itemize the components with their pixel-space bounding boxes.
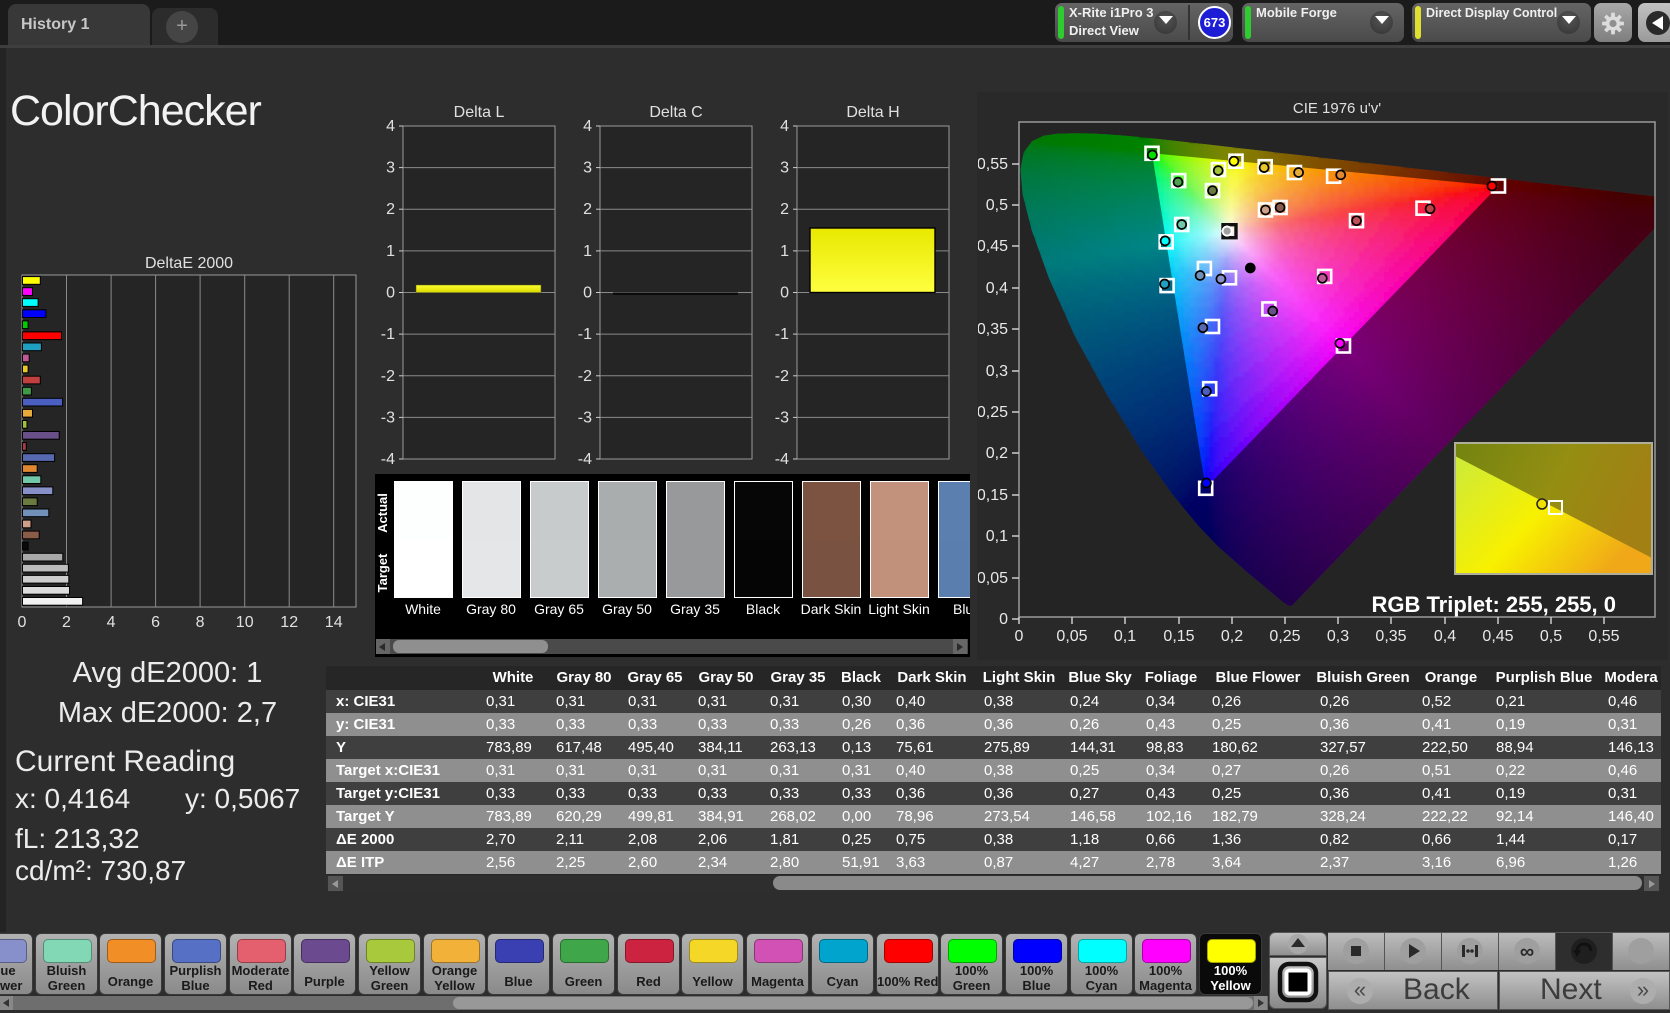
svg-text:4: 4 [107, 614, 116, 631]
svg-text:6: 6 [151, 614, 160, 631]
svg-text:0: 0 [780, 285, 789, 302]
svg-text:0,2: 0,2 [986, 445, 1008, 462]
svg-text:2: 2 [386, 201, 395, 218]
svg-text:0,35: 0,35 [978, 321, 1008, 338]
svg-text:DeltaE 2000: DeltaE 2000 [145, 255, 233, 272]
svg-text:0,55: 0,55 [1588, 628, 1619, 645]
svg-text:-1: -1 [775, 326, 789, 343]
svg-text:-2: -2 [775, 368, 789, 385]
svg-text:0: 0 [386, 285, 395, 302]
svg-text:-3: -3 [381, 409, 395, 426]
svg-text:0,5: 0,5 [1540, 628, 1562, 645]
svg-text:0,2: 0,2 [1221, 628, 1243, 645]
svg-text:0,1: 0,1 [986, 528, 1008, 545]
svg-text:2: 2 [62, 614, 71, 631]
svg-text:-2: -2 [578, 368, 592, 385]
svg-text:0,3: 0,3 [1327, 628, 1349, 645]
svg-text:0: 0 [999, 611, 1008, 628]
svg-text:CIE 1976 u'v': CIE 1976 u'v' [1293, 100, 1381, 117]
svg-text:2: 2 [583, 201, 592, 218]
svg-text:0,35: 0,35 [1375, 628, 1406, 645]
svg-text:0: 0 [18, 614, 27, 631]
svg-text:-1: -1 [578, 326, 592, 343]
svg-text:0: 0 [583, 285, 592, 302]
svg-text:0,45: 0,45 [1482, 628, 1513, 645]
svg-text:0,05: 0,05 [978, 570, 1008, 587]
svg-text:0,45: 0,45 [978, 238, 1008, 255]
svg-text:1: 1 [583, 243, 592, 260]
svg-text:Delta C: Delta C [649, 105, 702, 121]
svg-text:-4: -4 [578, 451, 592, 468]
svg-text:0,25: 0,25 [978, 404, 1008, 421]
svg-text:2: 2 [780, 201, 789, 218]
svg-text:8: 8 [196, 614, 205, 631]
svg-text:0,3: 0,3 [986, 363, 1008, 380]
svg-text:0,4: 0,4 [986, 280, 1008, 297]
svg-text:0,15: 0,15 [1163, 628, 1194, 645]
svg-text:12: 12 [280, 614, 298, 631]
svg-text:0,5: 0,5 [986, 197, 1008, 214]
svg-text:0,1: 0,1 [1114, 628, 1136, 645]
svg-text:1: 1 [780, 243, 789, 260]
svg-text:3: 3 [583, 160, 592, 177]
svg-text:3: 3 [780, 160, 789, 177]
svg-text:1: 1 [386, 243, 395, 260]
svg-text:10: 10 [236, 614, 254, 631]
svg-text:RGB Triplet: 255, 255, 0: RGB Triplet: 255, 255, 0 [1371, 592, 1616, 617]
svg-text:4: 4 [780, 118, 789, 135]
svg-text:14: 14 [325, 614, 343, 631]
svg-text:Delta L: Delta L [454, 105, 505, 121]
svg-text:-1: -1 [381, 326, 395, 343]
svg-text:3: 3 [386, 160, 395, 177]
svg-text:Delta H: Delta H [846, 105, 899, 121]
svg-text:-4: -4 [775, 451, 789, 468]
svg-text:-2: -2 [381, 368, 395, 385]
svg-text:0,25: 0,25 [1269, 628, 1300, 645]
svg-text:4: 4 [386, 118, 395, 135]
svg-text:-3: -3 [775, 409, 789, 426]
svg-text:-3: -3 [578, 409, 592, 426]
svg-text:0,4: 0,4 [1434, 628, 1456, 645]
svg-text:4: 4 [583, 118, 592, 135]
svg-text:0: 0 [1015, 628, 1024, 645]
svg-text:∞: ∞ [1520, 941, 1534, 963]
svg-text:0,15: 0,15 [978, 487, 1008, 504]
svg-text:0,55: 0,55 [978, 156, 1008, 173]
svg-text:-4: -4 [381, 451, 395, 468]
svg-text:0,05: 0,05 [1056, 628, 1087, 645]
